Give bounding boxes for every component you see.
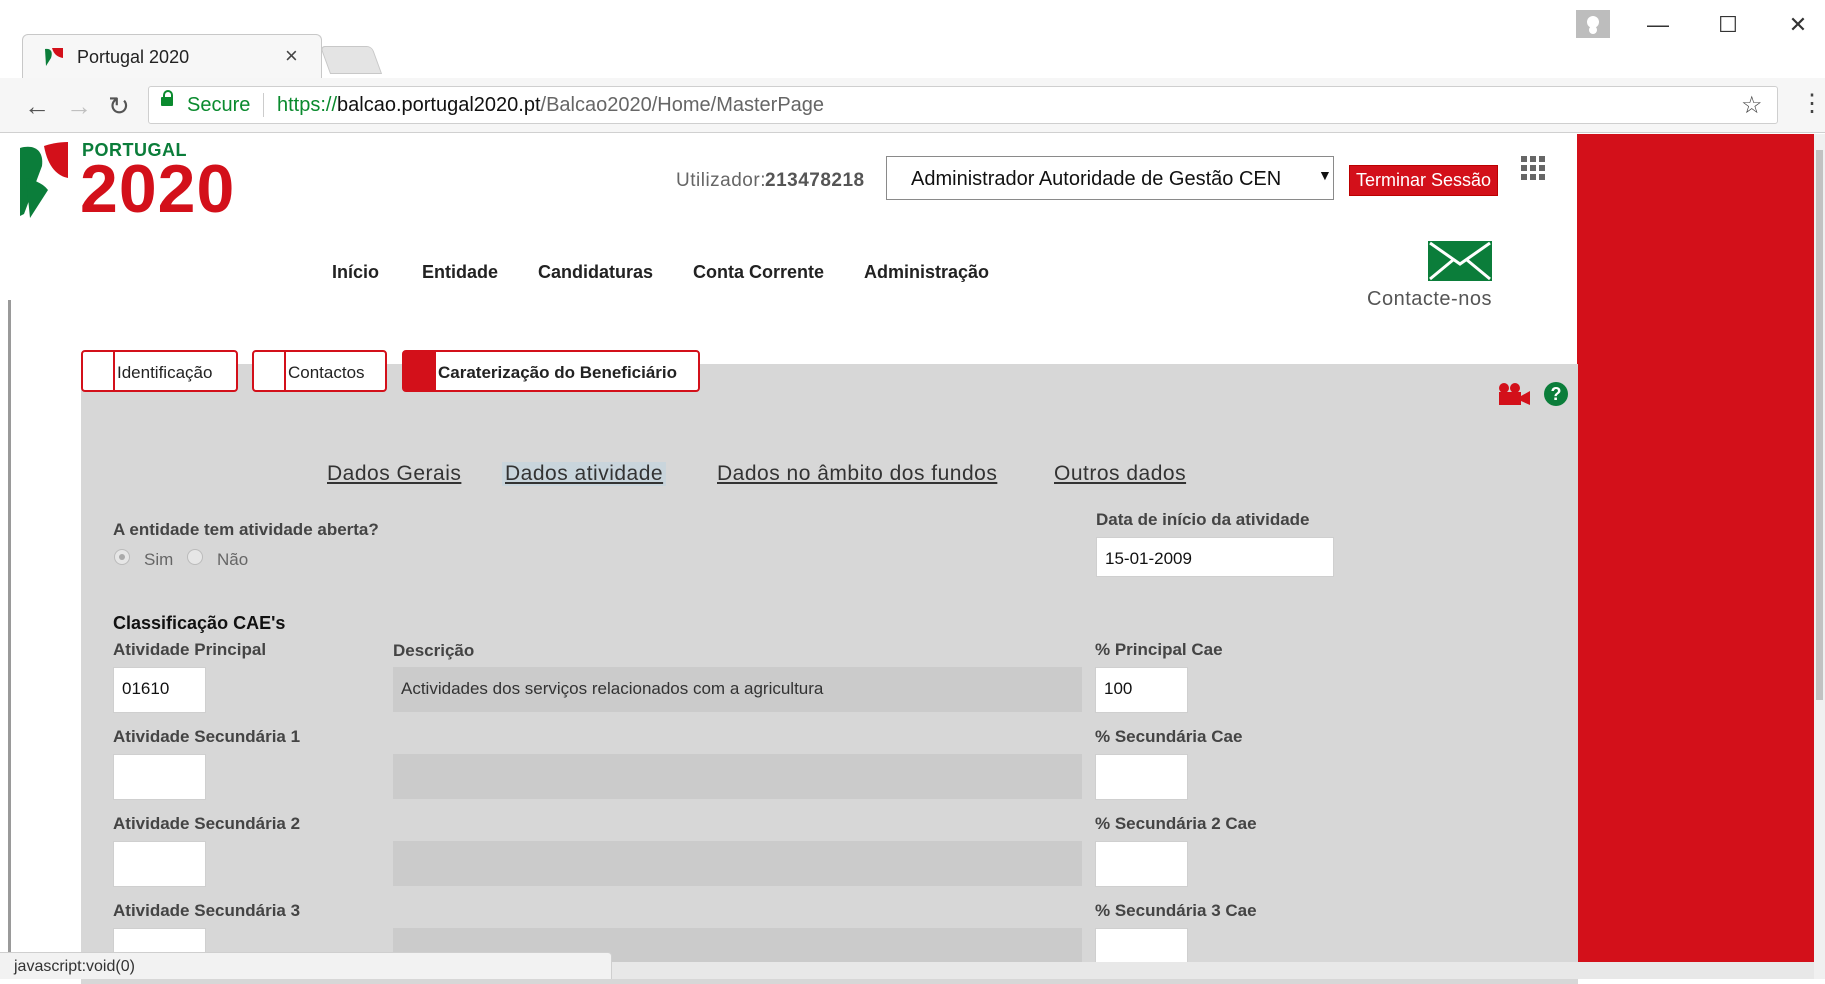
url-host: balcao.portugal2020.pt (337, 94, 541, 116)
nav-candidaturas[interactable]: Candidaturas (538, 262, 653, 283)
step-tab-label: Contactos (288, 363, 365, 382)
profile-select[interactable]: Administrador Autoridade de Gestão CEN (886, 156, 1334, 200)
step-marker (404, 352, 436, 390)
step-tab-caraterizacao[interactable]: Caraterização do Beneficiário (402, 350, 700, 392)
activity-description-field: Actividades dos serviços relacionados co… (393, 667, 1082, 712)
activity-code-field[interactable] (113, 754, 206, 800)
browser-menu-icon[interactable]: ⋮ (1800, 92, 1824, 116)
pct-field[interactable] (1095, 841, 1188, 887)
page-left-border (8, 300, 11, 960)
tab-close-icon[interactable]: × (285, 43, 298, 69)
pct-label: % Secundária Cae (1095, 727, 1243, 746)
right-red-panel (1577, 134, 1817, 979)
activity-label: Atividade Secundária 2 (113, 814, 301, 833)
start-date-field[interactable]: 15-01-2009 (1096, 537, 1334, 577)
open-activity-label: A entidade tem atividade aberta? (113, 520, 379, 539)
pct-field[interactable]: 100 (1095, 667, 1188, 713)
activity-code-field[interactable]: 01610 (113, 667, 206, 713)
url-text: https://balcao.portugal2020.pt/Balcao202… (277, 94, 824, 117)
mail-icon[interactable] (1427, 240, 1493, 282)
pct-label: % Secundária 2 Cae (1095, 814, 1257, 833)
subtab-dados-gerais[interactable]: Dados Gerais (327, 462, 461, 486)
nav-entidade[interactable]: Entidade (422, 262, 498, 283)
bookmark-star-icon[interactable]: ☆ (1741, 91, 1763, 120)
activity-label: Atividade Principal (113, 640, 267, 659)
nav-conta-corrente[interactable]: Conta Corrente (693, 262, 824, 283)
browser-tab[interactable]: Portugal 2020 × (22, 34, 322, 78)
bottom-scroll-strip (612, 962, 1814, 979)
url-path: /Balcao2020/Home/MasterPage (540, 94, 825, 116)
scrollbar-thumb[interactable] (1816, 150, 1823, 700)
nav-inicio[interactable]: Início (332, 262, 379, 283)
user-label: Utilizador: (676, 170, 766, 191)
address-separator (263, 93, 264, 117)
browser-toolbar: ← → ↻ Secure https://balcao.portugal2020… (0, 78, 1825, 133)
tab-title: Portugal 2020 (77, 47, 190, 67)
portugal2020-favicon-icon (45, 48, 63, 66)
step-marker (254, 352, 286, 390)
pct-field[interactable] (1095, 754, 1188, 800)
user-id: 213478218 (765, 170, 865, 191)
activity-label: Atividade Secundária 1 (113, 727, 301, 746)
radio-sim-label: Sim (144, 550, 174, 569)
step-tab-label: Identificação (117, 363, 213, 382)
lock-icon (161, 90, 173, 106)
logout-button[interactable]: Terminar Sessão (1349, 165, 1499, 196)
step-tab-label: Caraterização do Beneficiário (438, 363, 678, 382)
pct-label: % Principal Cae (1095, 640, 1223, 659)
step-marker (83, 352, 115, 390)
logo-text-2020: 2020 (80, 151, 236, 227)
nav-administracao[interactable]: Administração (864, 262, 989, 283)
browser-titlebar: Portugal 2020 × — ☐ ✕ (0, 0, 1825, 78)
activity-code-field[interactable] (113, 841, 206, 887)
activity-description-field (393, 754, 1082, 799)
pct-label: % Secundária 3 Cae (1095, 901, 1257, 920)
minimize-icon[interactable]: — (1628, 12, 1688, 42)
subtab-dados-atividade[interactable]: Dados atividade (502, 462, 667, 486)
step-tab-contactos[interactable]: Contactos (252, 350, 387, 392)
reload-icon[interactable]: ↻ (108, 91, 130, 122)
cae-section-title: Classificação CAE's (113, 613, 286, 633)
new-tab-button[interactable] (319, 46, 383, 74)
help-icon[interactable]: ? (1544, 382, 1568, 406)
apps-grid-icon[interactable] (1521, 156, 1545, 180)
secure-label: Secure (187, 94, 251, 116)
video-camera-icon[interactable] (1497, 382, 1531, 406)
status-bar: javascript:void(0) (0, 952, 612, 979)
contact-link[interactable]: Contacte-nos (1367, 288, 1492, 311)
radio-nao[interactable] (187, 549, 203, 565)
chevron-down-icon[interactable]: ▼ (1318, 167, 1332, 183)
start-date-label: Data de início da atividade (1096, 510, 1310, 529)
url-scheme: https:// (277, 94, 338, 116)
address-bar[interactable]: Secure https://balcao.portugal2020.pt/Ba… (148, 86, 1778, 124)
maximize-icon[interactable]: ☐ (1698, 12, 1758, 42)
step-tab-identificacao[interactable]: Identificação (81, 350, 238, 392)
description-label: Descrição (393, 641, 475, 660)
subtab-outros-dados[interactable]: Outros dados (1054, 462, 1186, 486)
activity-label: Atividade Secundária 3 (113, 901, 301, 920)
profile-icon[interactable] (1576, 10, 1610, 38)
subtab-dados-fundos[interactable]: Dados no âmbito dos fundos (717, 462, 997, 486)
back-icon[interactable]: ← (24, 91, 50, 122)
radio-sim[interactable] (114, 549, 130, 565)
forward-icon[interactable]: → (66, 91, 92, 122)
radio-nao-label: Não (217, 550, 249, 569)
activity-description-field (393, 841, 1082, 886)
close-window-icon[interactable]: ✕ (1768, 12, 1825, 42)
